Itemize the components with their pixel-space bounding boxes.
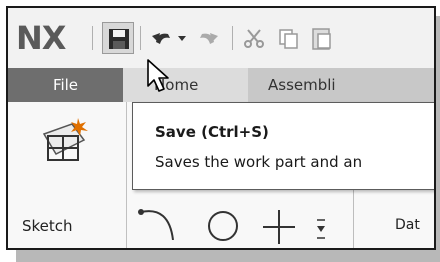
circle-tool-button[interactable] xyxy=(203,202,243,246)
plus-icon xyxy=(263,210,295,244)
frame-shadow-bottom xyxy=(16,248,440,262)
sketch-label: Sketch xyxy=(22,217,73,235)
scissors-icon xyxy=(244,29,264,48)
toolbar-separator xyxy=(232,26,233,50)
circle-icon xyxy=(208,211,238,241)
cut-button[interactable] xyxy=(238,22,270,54)
paste-button[interactable] xyxy=(306,22,338,54)
sketch-icon xyxy=(42,118,88,161)
point-tool-button[interactable] xyxy=(259,206,299,248)
more-icon xyxy=(317,219,325,239)
ribbon-group-separator xyxy=(126,102,127,248)
paste-icon xyxy=(312,28,331,50)
sketch-button[interactable] xyxy=(38,114,94,174)
more-tools-button[interactable] xyxy=(311,214,331,248)
tooltip-title: Save (Ctrl+S) xyxy=(155,123,269,141)
ribbon-group-separator xyxy=(353,186,354,248)
toolbar-separator xyxy=(140,26,141,50)
tab-file[interactable]: File xyxy=(8,68,123,102)
save-tooltip: Save (Ctrl+S) Saves the work part and an xyxy=(132,102,434,190)
tooltip-description: Saves the work part and an xyxy=(155,153,363,171)
ribbon-tab-bar: File Home Assembli xyxy=(8,68,434,102)
copy-icon xyxy=(279,29,298,49)
chevron-down-icon xyxy=(178,36,186,41)
undo-dropdown-button[interactable] xyxy=(174,22,190,54)
arc-icon xyxy=(138,209,174,241)
save-icon xyxy=(109,29,129,49)
toolbar-separator xyxy=(92,26,93,50)
app-window: NX File Home Assembli Sketch Dat Save (C… xyxy=(6,6,436,250)
quick-access-toolbar: NX xyxy=(8,8,434,68)
mouse-cursor-icon xyxy=(146,58,174,98)
copy-button[interactable] xyxy=(272,22,304,54)
save-button[interactable] xyxy=(102,22,134,54)
app-logo: NX xyxy=(16,19,66,57)
arc-tool-button[interactable] xyxy=(133,200,183,244)
datum-label[interactable]: Dat xyxy=(395,216,420,234)
redo-button[interactable] xyxy=(192,22,224,54)
tab-assemblies[interactable]: Assembli xyxy=(248,68,434,102)
redo-icon xyxy=(200,33,218,44)
